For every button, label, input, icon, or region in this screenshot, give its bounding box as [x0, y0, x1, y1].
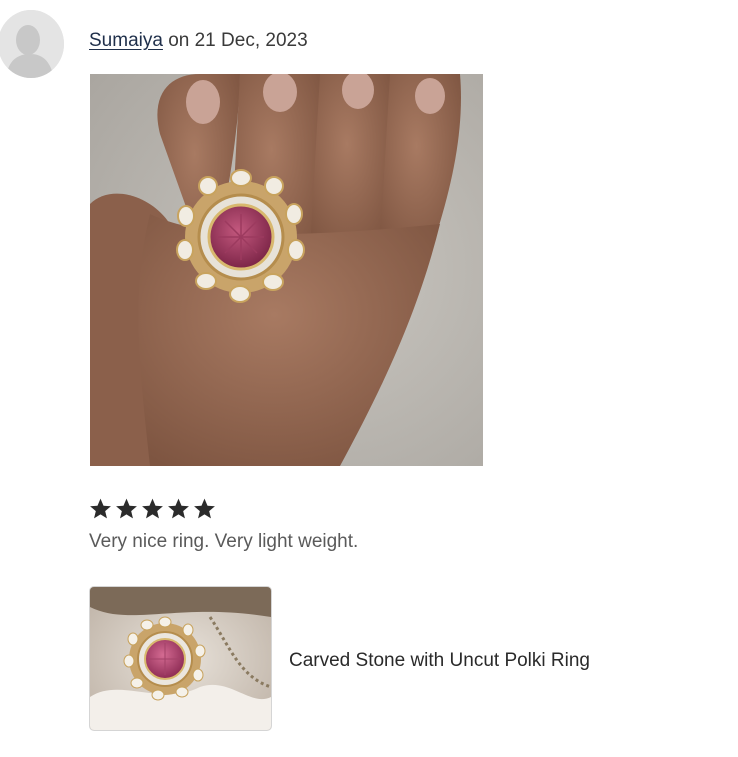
rating-stars: [88, 494, 217, 524]
reviewer-name-link[interactable]: Sumaiya: [89, 30, 163, 51]
product-card[interactable]: Carved Stone with Uncut Polki Ring: [89, 586, 649, 731]
star-icon: [168, 498, 189, 519]
review-text: Very nice ring. Very light weight.: [89, 531, 359, 552]
review-date: on 21 Dec, 2023: [162, 30, 308, 51]
product-thumbnail[interactable]: [89, 586, 272, 731]
star-icon: [142, 498, 163, 519]
star-icon: [90, 498, 111, 519]
review-photo[interactable]: [90, 74, 483, 466]
product-name-link[interactable]: Carved Stone with Uncut Polki Ring: [289, 649, 590, 673]
reviewer-avatar: [0, 10, 64, 78]
star-icon: [194, 498, 215, 519]
star-icon: [116, 498, 137, 519]
review-header: Sumaiya on 21 Dec, 2023: [89, 29, 308, 53]
